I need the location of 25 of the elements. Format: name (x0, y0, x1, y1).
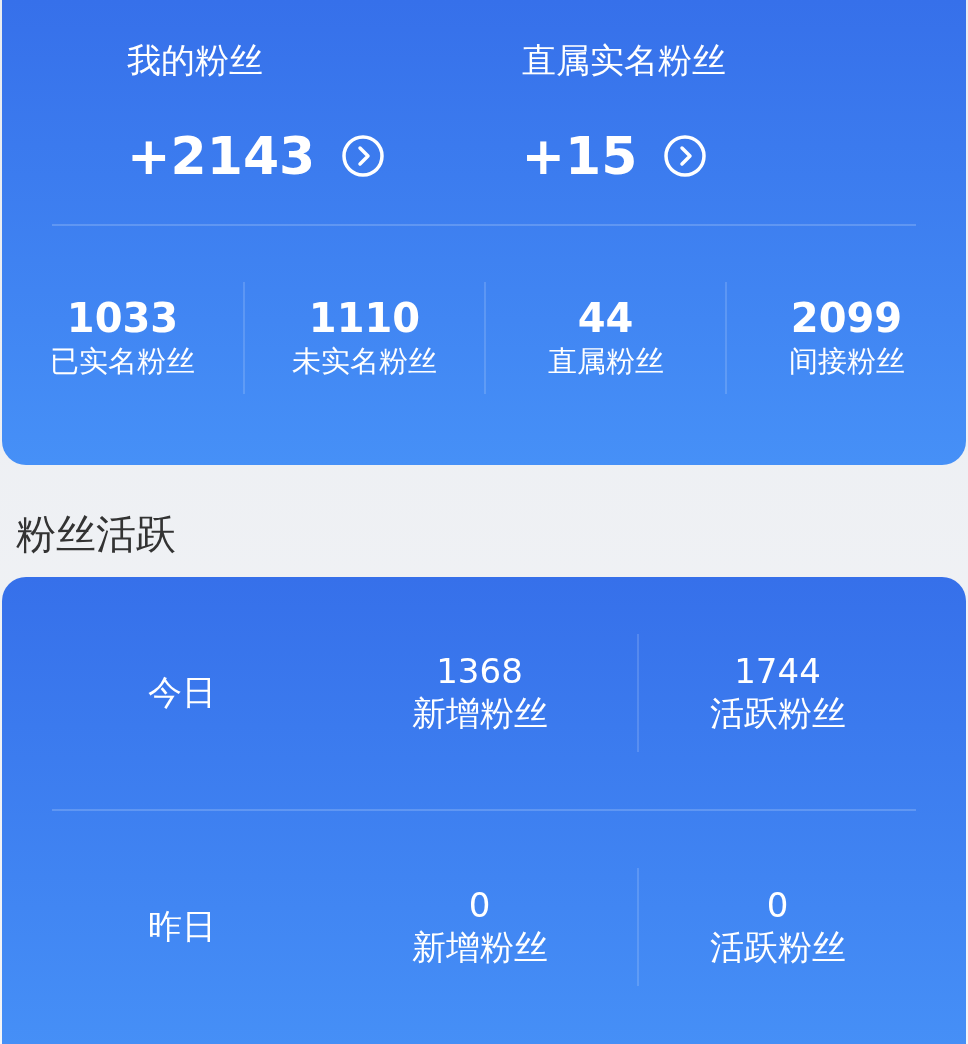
day-label: 昨日 (147, 905, 217, 948)
stat-value: 1110 (308, 295, 421, 341)
activity-value: 1744 (734, 651, 821, 691)
stat-value: 44 (577, 295, 634, 341)
activity-value: 0 (766, 885, 789, 925)
stat-label: 间接粉丝 (788, 343, 905, 380)
summary-value: +2143 (127, 126, 316, 186)
day-label: 今日 (147, 671, 217, 714)
stat-label: 已实名粉丝 (50, 343, 195, 380)
chevron-circle-icon[interactable] (341, 134, 386, 178)
activity-label: 活跃粉丝 (709, 692, 846, 735)
summary-label: 直属实名粉丝 (521, 39, 727, 82)
activity-label: 新增粉丝 (411, 926, 548, 969)
activity-value: 1368 (436, 651, 523, 691)
stat-label: 直属粉丝 (547, 343, 664, 380)
activity-value: 0 (468, 885, 491, 925)
summary-label: 我的粉丝 (127, 39, 264, 82)
section-title: 粉丝活跃 (15, 510, 177, 559)
stat-label: 未实名粉丝 (292, 343, 437, 380)
chevron-circle-icon[interactable] (663, 134, 708, 178)
activity-label: 新增粉丝 (411, 692, 548, 735)
activity-label: 活跃粉丝 (709, 926, 846, 969)
stat-value: 1033 (66, 295, 179, 341)
summary-value: +15 (521, 126, 638, 186)
stat-value: 2099 (790, 295, 903, 341)
